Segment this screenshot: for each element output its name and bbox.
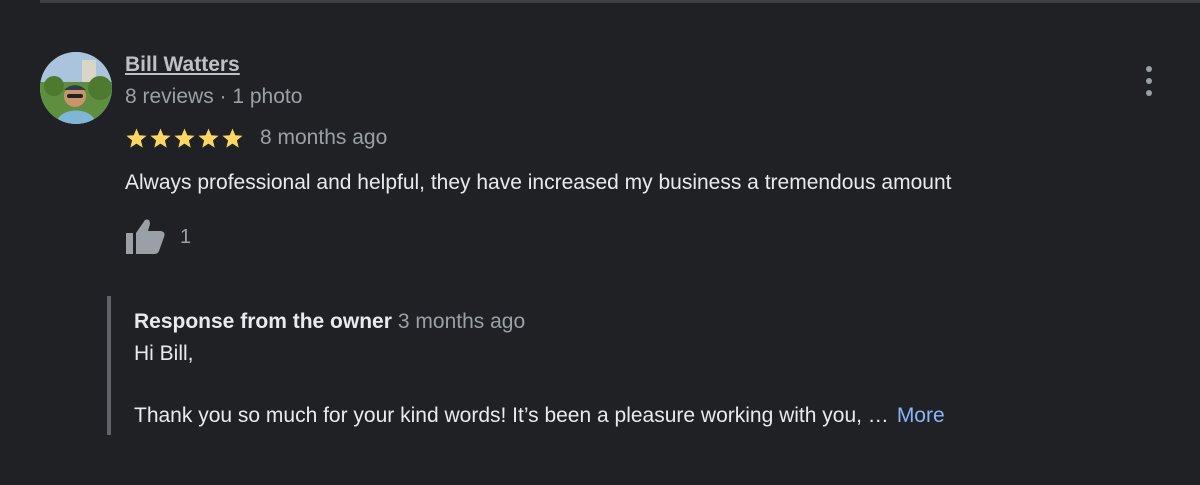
star-icon <box>174 127 195 148</box>
response-body: Thank you so much for your kind words! I… <box>134 404 945 428</box>
star-rating <box>125 127 244 150</box>
star-icon <box>126 127 147 148</box>
star-icon <box>150 127 171 148</box>
response-label: Response from the owner <box>134 310 392 333</box>
menu-dot <box>1146 66 1152 72</box>
response-body-text: Thank you so much for your kind words! I… <box>134 404 889 427</box>
avatar[interactable] <box>40 52 112 124</box>
like-button[interactable]: 1 <box>124 218 191 256</box>
response-time: 3 months ago <box>397 310 526 333</box>
top-divider <box>40 0 1200 3</box>
star-icon <box>222 127 243 148</box>
menu-dot <box>1146 78 1152 84</box>
like-count: 1 <box>180 225 192 248</box>
review-time: 8 months ago <box>260 126 388 149</box>
more-vert-icon[interactable] <box>1136 66 1162 96</box>
menu-dot <box>1146 90 1152 96</box>
thumbs-up-icon <box>126 219 165 254</box>
star-icon <box>198 127 219 148</box>
reviewer-name-link[interactable]: Bill Watters <box>125 53 240 77</box>
more-link[interactable]: More <box>897 404 945 427</box>
rating-row: 8 months ago <box>125 124 387 152</box>
reviewer-meta: 8 reviews · 1 photo <box>125 85 303 108</box>
owner-response: Response from the owner 3 months ago Hi B… <box>107 296 1071 435</box>
review-text: Always professional and helpful, they ha… <box>125 171 952 194</box>
response-greeting: Hi Bill, <box>134 342 194 365</box>
response-header: Response from the owner 3 months ago <box>134 310 525 334</box>
avatar-photo <box>40 52 112 124</box>
